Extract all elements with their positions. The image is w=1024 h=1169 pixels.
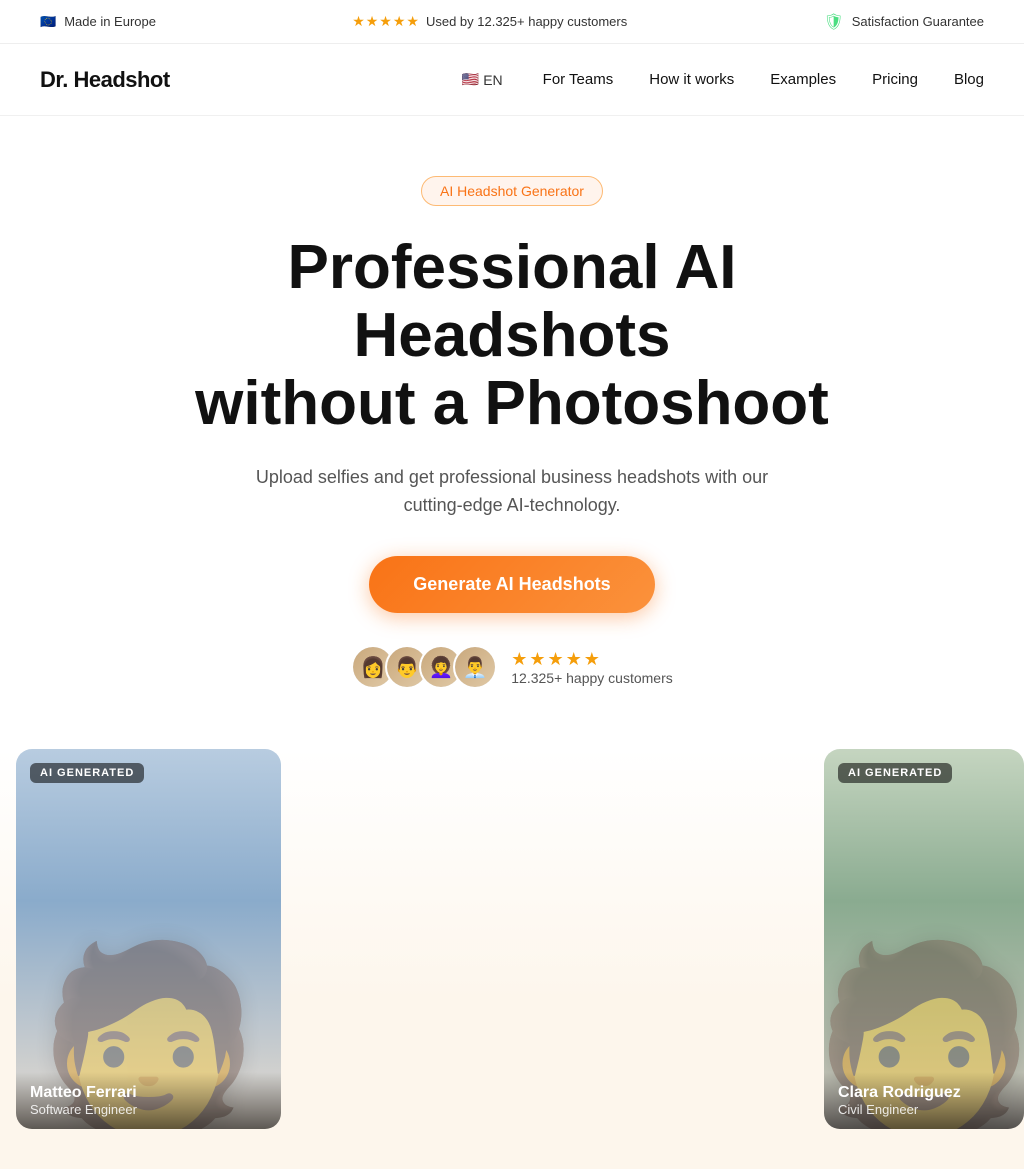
gallery-card-left: 🧑 AI GENERATED Matteo Ferrari Software E… — [16, 749, 281, 1129]
ai-badge-right: AI GENERATED — [838, 763, 952, 783]
nav-item-pricing[interactable]: Pricing — [872, 71, 918, 89]
logo[interactable]: Dr. Headshot — [40, 67, 170, 93]
lang-flag-icon: 🇺🇸 — [462, 71, 479, 88]
ai-badge-left: AI GENERATED — [30, 763, 144, 783]
card-info-right: Clara Rodriguez Civil Engineer — [824, 1072, 1024, 1129]
nav-item-examples[interactable]: Examples — [770, 71, 836, 89]
proof-count: 12.325+ happy customers — [511, 670, 673, 686]
nav-item-for-teams[interactable]: For Teams — [543, 71, 614, 89]
card-role-left: Software Engineer — [30, 1102, 267, 1117]
card-name-left: Matteo Ferrari — [30, 1084, 267, 1102]
hero-headline: Professional AI Headshots without a Phot… — [132, 234, 892, 439]
rating-text: Used by 12.325+ happy customers — [426, 14, 627, 29]
avatar-stack: 👩 👨 👩‍🦱 👨‍💼 — [351, 645, 497, 689]
hero-section: AI Headshot Generator Professional AI He… — [0, 116, 1024, 749]
rating-stars-icon: ★★★★★ — [352, 13, 420, 30]
nav-item-how-it-works[interactable]: How it works — [649, 71, 734, 89]
topbar-made-in: 🇪🇺 Made in Europe — [40, 14, 156, 30]
topbar: 🇪🇺 Made in Europe ★★★★★ Used by 12.325+ … — [0, 0, 1024, 44]
gallery-section: 🧑 AI GENERATED Matteo Ferrari Software E… — [0, 749, 1024, 1169]
eu-flag-icon: 🇪🇺 — [40, 14, 56, 30]
card-role-right: Civil Engineer — [838, 1102, 1010, 1117]
proof-text: ★★★★★ 12.325+ happy customers — [511, 649, 673, 686]
cta-button[interactable]: Generate AI Headshots — [369, 556, 654, 613]
navbar: Dr. Headshot 🇺🇸 EN For Teams How it work… — [0, 44, 1024, 116]
card-name-right: Clara Rodriguez — [838, 1084, 1010, 1102]
topbar-guarantee: 🛡 Satisfaction Guarantee — [823, 12, 984, 32]
hero-badge: AI Headshot Generator — [421, 176, 603, 206]
topbar-rating: ★★★★★ Used by 12.325+ happy customers — [352, 13, 627, 30]
social-proof: 👩 👨 👩‍🦱 👨‍💼 ★★★★★ 12.325+ happy customer… — [40, 645, 984, 689]
lang-code: EN — [483, 72, 502, 88]
hero-subtitle: Upload selfies and get professional busi… — [232, 463, 792, 521]
gallery-card-right: 🧑 AI GENERATED Clara Rodriguez Civil Eng… — [824, 749, 1024, 1129]
guarantee-text: Satisfaction Guarantee — [852, 14, 984, 29]
made-in-text: Made in Europe — [64, 14, 156, 29]
language-selector[interactable]: 🇺🇸 EN — [462, 71, 503, 88]
card-info-left: Matteo Ferrari Software Engineer — [16, 1072, 281, 1129]
shield-icon: 🛡 — [823, 12, 843, 32]
nav-item-blog[interactable]: Blog — [954, 71, 984, 89]
avatar-4: 👨‍💼 — [453, 645, 497, 689]
proof-stars-icon: ★★★★★ — [511, 649, 673, 670]
nav-links: For Teams How it works Examples Pricing … — [543, 71, 984, 89]
